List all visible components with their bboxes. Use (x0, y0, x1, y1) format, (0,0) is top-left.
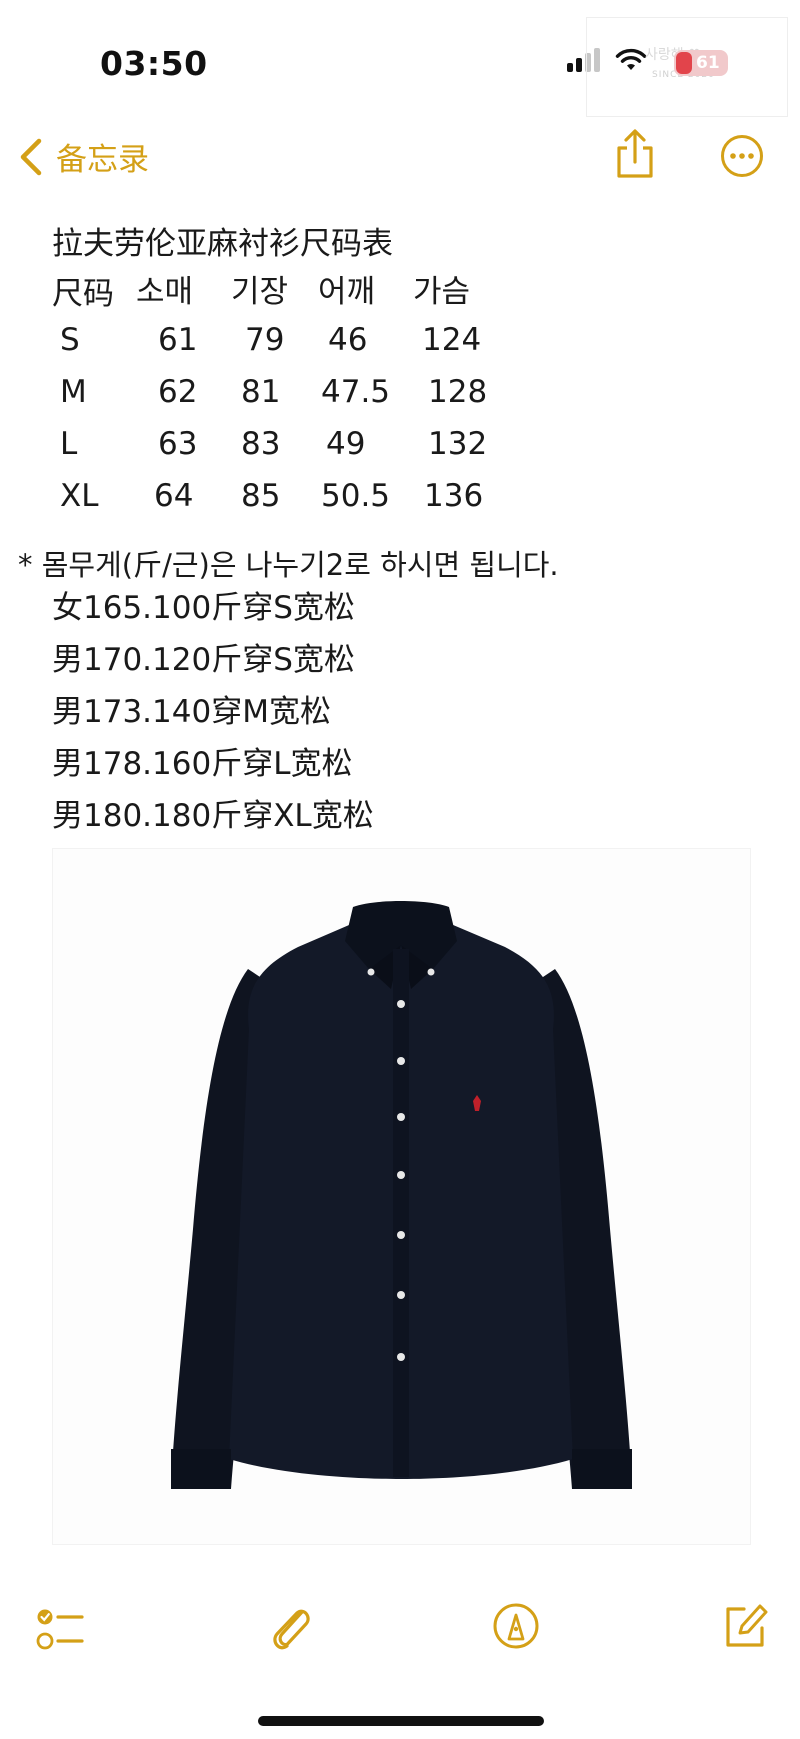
table-header: 어깨 (318, 274, 376, 310)
table-cell: M (60, 374, 87, 410)
home-indicator[interactable] (258, 1716, 544, 1726)
table-cell: 62 (158, 374, 198, 410)
table-cell: 136 (424, 478, 484, 514)
chevron-left-icon (20, 138, 42, 175)
table-cell: 81 (241, 374, 281, 410)
back-label: 备忘录 (56, 142, 149, 178)
compose-button[interactable] (722, 1600, 770, 1654)
table-cell: XL (60, 478, 99, 514)
table-cell: 79 (245, 322, 285, 358)
share-icon (617, 129, 653, 178)
table-cell: L (60, 426, 78, 462)
fit-line: 女165.100斤穿S宽松 (52, 590, 355, 626)
table-cell: 128 (428, 374, 488, 410)
pen-circle-icon (493, 1603, 539, 1649)
table-cell: 132 (428, 426, 488, 462)
status-time: 03:50 (100, 44, 208, 83)
shirt-photo[interactable] (52, 848, 751, 1545)
table-cell: 46 (328, 322, 368, 358)
black-shirt-illustration (171, 901, 632, 1489)
table-header: 소매 (136, 274, 194, 310)
paperclip-icon (273, 1609, 310, 1650)
table-cell: 124 (422, 322, 482, 358)
checklist-button[interactable] (36, 1606, 86, 1656)
markup-button[interactable] (492, 1602, 540, 1654)
table-header: 尺码 (52, 276, 114, 312)
ellipsis-circle-icon (721, 135, 763, 177)
more-button[interactable] (720, 134, 764, 182)
battery-icon: 61 (674, 50, 728, 76)
table-header: 가슴 (413, 274, 471, 310)
table-cell: S (60, 322, 80, 358)
weight-note: * 몸무게(斤/근)은 나누기2로 하시면 됩니다. (18, 548, 559, 582)
table-cell: 83 (241, 426, 281, 462)
checklist-icon (36, 1609, 84, 1650)
fit-line: 男178.160斤穿L宽松 (52, 746, 353, 782)
table-header: 기장 (231, 274, 289, 310)
table-cell: 85 (241, 478, 281, 514)
battery-level: 61 (696, 53, 720, 73)
table-cell: 63 (158, 426, 198, 462)
back-button[interactable]: 备忘录 (18, 134, 149, 179)
fit-line: 男170.120斤穿S宽松 (52, 642, 355, 678)
table-cell: 61 (158, 322, 198, 358)
table-cell: 64 (154, 478, 194, 514)
share-button[interactable] (612, 128, 658, 184)
fit-line: 男180.180斤穿XL宽松 (52, 798, 374, 834)
table-cell: 50.5 (321, 478, 391, 514)
compose-icon (726, 1604, 768, 1647)
attachment-button[interactable] (268, 1600, 316, 1658)
fit-line: 男173.140穿M宽松 (52, 694, 331, 730)
note-title: 拉夫劳伦亚麻衬衫尺码表 (52, 226, 393, 262)
table-cell: 49 (326, 426, 366, 462)
table-cell: 47.5 (321, 374, 391, 410)
